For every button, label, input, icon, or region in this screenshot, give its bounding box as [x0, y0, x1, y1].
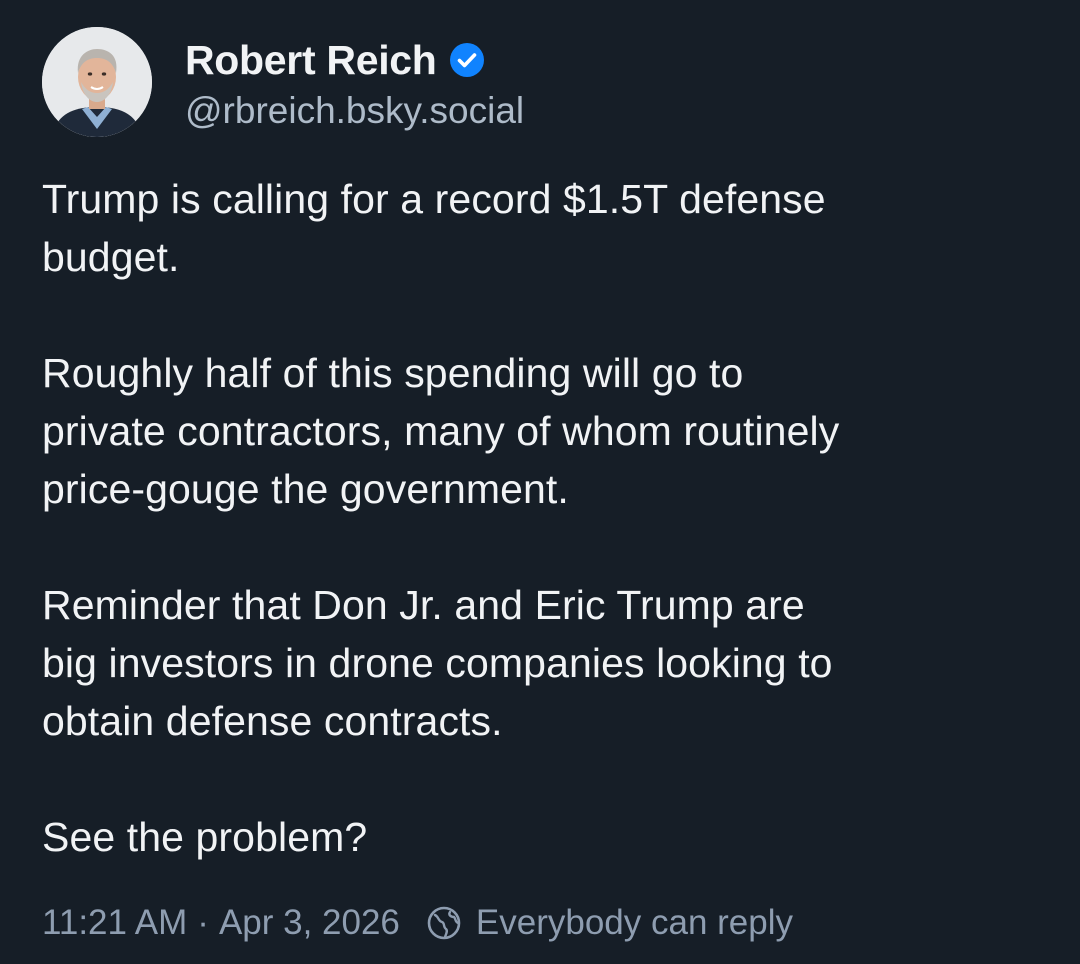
- name-row: Robert Reich: [185, 32, 524, 88]
- profile-photo-icon: [42, 27, 152, 137]
- verified-badge-icon[interactable]: [449, 42, 485, 78]
- post-paragraph: Reminder that Don Jr. and Eric Trump are…: [42, 582, 833, 744]
- post-card: Robert Reich @rbreich.bsky.social Trump …: [0, 0, 1080, 964]
- avatar[interactable]: [42, 27, 152, 137]
- reply-setting[interactable]: Everybody can reply: [476, 903, 793, 943]
- globe-icon: [426, 905, 462, 941]
- author-handle[interactable]: @rbreich.bsky.social: [185, 90, 524, 132]
- author-display-name[interactable]: Robert Reich: [185, 37, 437, 84]
- post-meta: 11:21 AM · Apr 3, 2026 Everybody can rep…: [42, 898, 793, 948]
- post-time: 11:21 AM: [42, 903, 188, 942]
- post-text: Trump is calling for a record $1.5T defe…: [42, 170, 1042, 866]
- meta-separator: ·: [197, 903, 209, 942]
- post-paragraph: See the problem?: [42, 814, 368, 860]
- post-date: Apr 3, 2026: [218, 903, 400, 942]
- post-paragraph: Roughly half of this spending will go to…: [42, 350, 840, 512]
- author-names: Robert Reich @rbreich.bsky.social: [185, 32, 524, 132]
- post-header: Robert Reich @rbreich.bsky.social: [42, 26, 524, 138]
- post-paragraph: Trump is calling for a record $1.5T defe…: [42, 176, 826, 280]
